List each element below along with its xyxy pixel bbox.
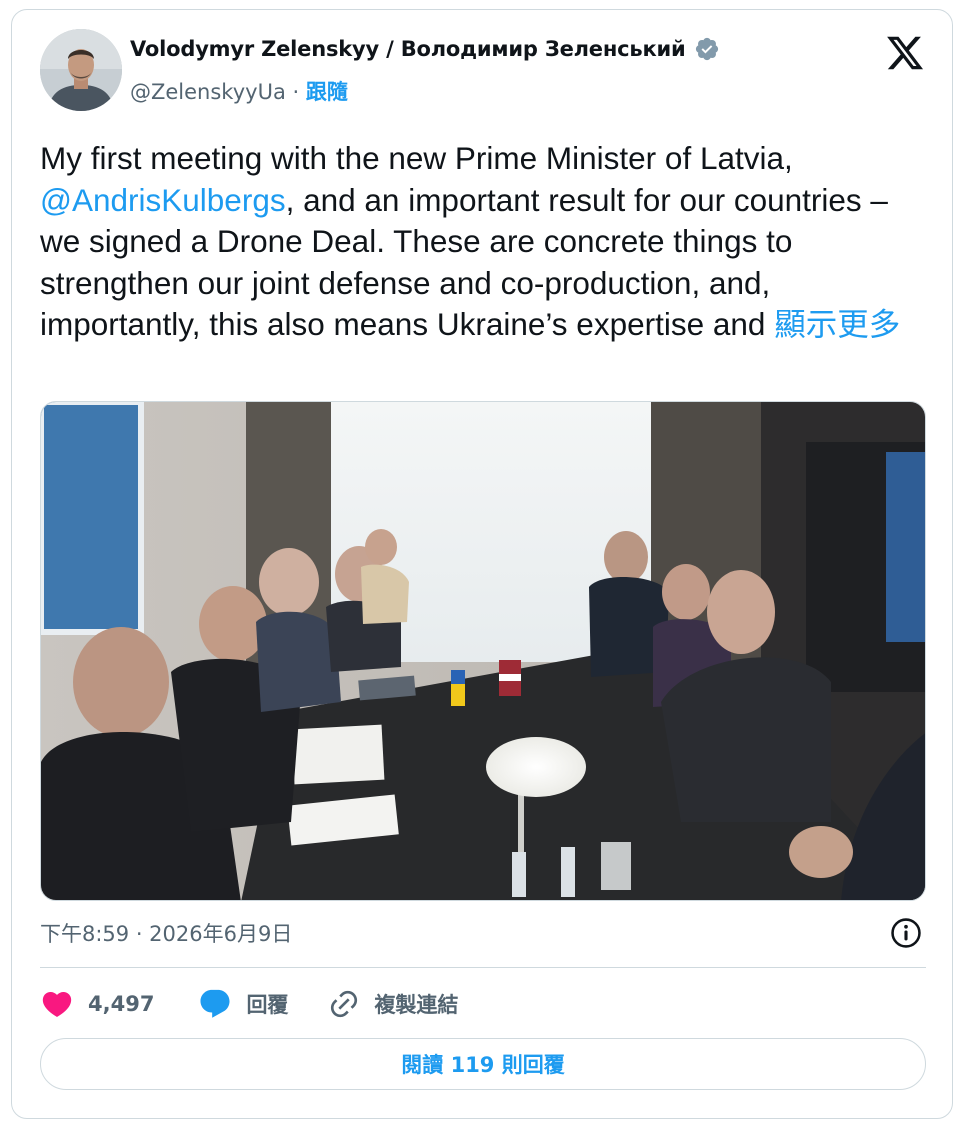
action-bar: 4,497 回覆 複製連結 (40, 984, 458, 1024)
tweet-video[interactable] (40, 401, 926, 901)
tweet-text: My first meeting with the new Prime Mini… (40, 138, 930, 346)
x-logo-icon[interactable] (884, 33, 926, 73)
follow-button[interactable]: 跟隨 (306, 80, 348, 104)
author-handle-line: @ZelenskyyUa · 跟隨 (130, 76, 348, 106)
heart-icon (40, 987, 74, 1021)
read-replies-button[interactable]: 閱讀 119 則回覆 (40, 1038, 926, 1090)
reply-button[interactable]: 回覆 (198, 987, 288, 1021)
link-icon (328, 988, 360, 1020)
like-button[interactable]: 4,497 (40, 987, 154, 1021)
reply-label: 回覆 (246, 993, 289, 1017)
copy-link-label: 複製連結 (374, 993, 459, 1017)
mention-link[interactable]: @AndrisKulbergs (40, 182, 286, 218)
author-avatar[interactable] (40, 29, 122, 111)
handle-separator: · (292, 80, 300, 104)
show-more-link[interactable]: 顯示更多 (774, 306, 900, 342)
action-divider (40, 967, 926, 968)
tweet-timestamp[interactable]: 下午8:59 · 2026年6月9日 (40, 918, 292, 948)
tweet-text-part-1: My first meeting with the new Prime Mini… (40, 140, 793, 176)
verified-badge-icon (694, 36, 720, 62)
copy-link-button[interactable]: 複製連結 (328, 988, 458, 1020)
author-handle[interactable]: @ZelenskyyUa (130, 80, 286, 104)
info-icon[interactable] (889, 916, 923, 950)
author-name[interactable]: Volodymyr Zelenskyy / Володимир Зеленськ… (130, 37, 686, 61)
like-count: 4,497 (88, 992, 155, 1016)
reply-bubble-icon (198, 987, 232, 1021)
